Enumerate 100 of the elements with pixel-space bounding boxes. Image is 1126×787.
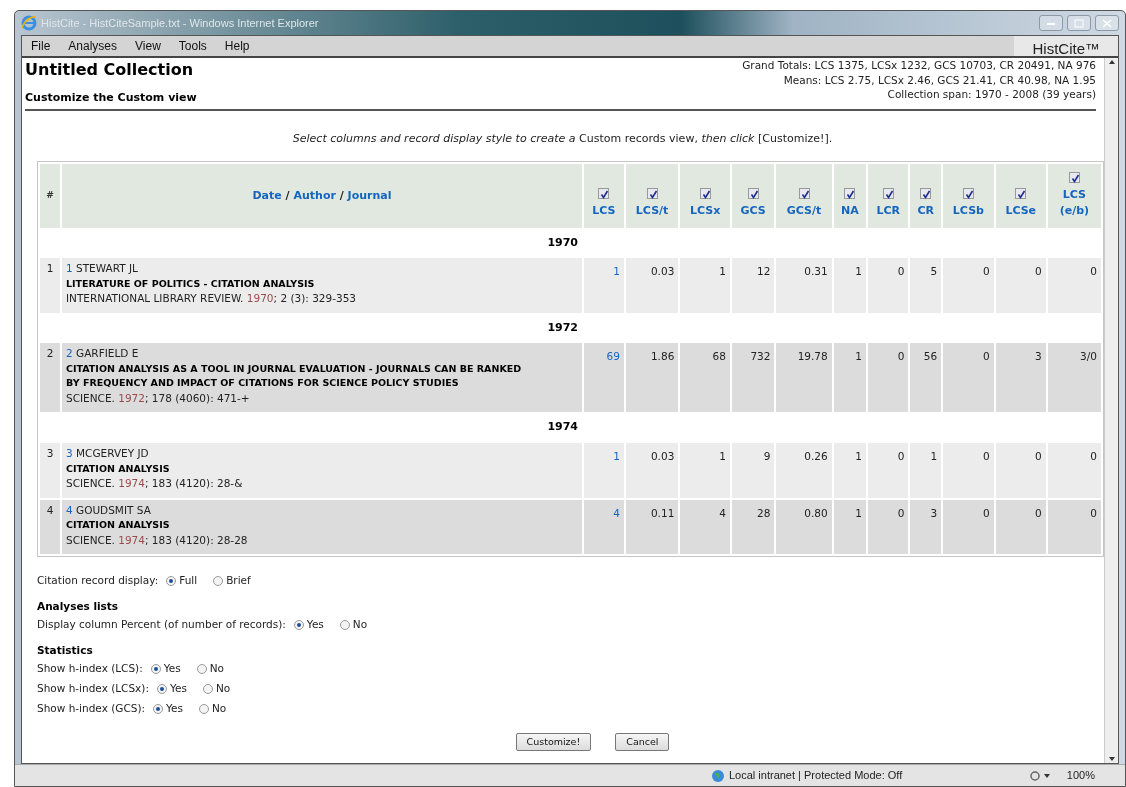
table-cell: 1 bbox=[930, 449, 938, 462]
table-cell: 0.80 bbox=[804, 506, 828, 519]
customize-button[interactable]: Customize! bbox=[515, 732, 592, 751]
globe-icon bbox=[711, 768, 725, 783]
option-label: Show h-index (LCS): bbox=[37, 660, 143, 676]
cell-link[interactable]: 1 bbox=[613, 265, 620, 277]
close-button[interactable] bbox=[1095, 15, 1119, 31]
article-title: CITATION ANALYSIS bbox=[66, 518, 171, 533]
table-cell: 0 bbox=[897, 506, 905, 519]
column-checkbox[interactable] bbox=[1068, 171, 1080, 183]
separator: / bbox=[285, 188, 290, 202]
column-checkbox[interactable] bbox=[646, 188, 658, 199]
table-cell: 1 bbox=[719, 265, 726, 277]
column-checkbox[interactable] bbox=[798, 188, 810, 199]
maximize-icon bbox=[1074, 18, 1084, 28]
cell-link[interactable]: 4 bbox=[613, 506, 620, 519]
table-cell: 0 bbox=[983, 265, 990, 277]
zoom-level[interactable]: 100% bbox=[1066, 767, 1095, 784]
radio-option[interactable]: Yes bbox=[153, 700, 183, 717]
browser-logo-icon bbox=[21, 15, 37, 31]
citation-source: INTERNATIONAL LIBRARY REVIEW. 1970; 2 (3): 329-353 bbox=[66, 291, 357, 306]
column-header-link[interactable]: LCS/t bbox=[635, 203, 669, 220]
table-cell: 0 bbox=[897, 265, 905, 277]
minimize-icon bbox=[1046, 20, 1056, 26]
record-link[interactable]: 3 bbox=[66, 446, 73, 459]
table-cell: 1 bbox=[855, 506, 863, 519]
radio-option[interactable]: Full bbox=[166, 573, 198, 590]
column-header-link[interactable]: GCS bbox=[740, 203, 766, 220]
table-cell: 3 bbox=[1035, 350, 1042, 363]
menu-item[interactable]: Help bbox=[215, 37, 259, 55]
year-heading: 1974 bbox=[547, 420, 578, 434]
table-cell: 0 bbox=[983, 506, 990, 519]
radio-option[interactable]: No bbox=[202, 680, 231, 697]
table-cell: 0 bbox=[897, 350, 905, 363]
column-header-link[interactable]: LCSb bbox=[952, 203, 984, 220]
column-header-link[interactable]: NA bbox=[841, 203, 859, 220]
cancel-button[interactable]: Cancel bbox=[615, 732, 670, 751]
column-checkbox[interactable] bbox=[699, 188, 711, 199]
radio-option[interactable]: Yes bbox=[293, 617, 324, 633]
column-header-link[interactable]: LCSe bbox=[1005, 203, 1037, 220]
column-checkbox[interactable] bbox=[1015, 188, 1027, 199]
column-header-link[interactable]: Journal bbox=[347, 188, 392, 202]
table-cell: 732 bbox=[750, 350, 771, 363]
table-cell: 0 bbox=[1035, 506, 1042, 519]
column-header-link[interactable]: GCS/t bbox=[786, 203, 822, 220]
column-checkbox[interactable] bbox=[747, 188, 759, 199]
citation-source: SCIENCE. 1972; 178 (4060): 471-+ bbox=[66, 390, 250, 406]
column-header-link[interactable]: Date bbox=[252, 188, 282, 202]
record-link[interactable]: 2 bbox=[66, 347, 73, 360]
security-icon[interactable] bbox=[1028, 769, 1051, 782]
column-checkbox[interactable] bbox=[598, 188, 610, 199]
column-header-link[interactable]: LCSx bbox=[689, 203, 721, 220]
menu-item[interactable]: Tools bbox=[169, 37, 216, 55]
app-brand: HistCite™ bbox=[1014, 36, 1118, 56]
article-title: CITATION ANALYSIS AS A TOOL IN JOURNAL EVALUATION - JOURNALS CAN BE RANKED BY FREQUENCY AND IMPACT OF CITATIONS FOR SCIENCE POLICY STUDIES bbox=[66, 362, 523, 391]
table-cell: 1 bbox=[719, 449, 726, 462]
table-cell: 12 bbox=[757, 265, 771, 277]
article-title: CITATION ANALYSIS bbox=[66, 461, 171, 476]
author-name: MCGERVEY JD bbox=[76, 446, 149, 459]
radio-option[interactable]: Brief bbox=[213, 573, 251, 590]
column-header-link[interactable]: LCR bbox=[876, 203, 900, 220]
table-cell: 68 bbox=[712, 350, 726, 363]
record-link[interactable]: 4 bbox=[66, 503, 73, 516]
record-link[interactable]: 1 bbox=[66, 262, 73, 274]
menu-item[interactable]: File bbox=[22, 37, 60, 55]
table-cell: 0.26 bbox=[804, 449, 828, 462]
row-number: 2 bbox=[40, 343, 60, 413]
radio-option[interactable]: No bbox=[196, 660, 224, 677]
column-header-link[interactable]: CR bbox=[917, 203, 934, 220]
radio-option[interactable]: Yes bbox=[156, 680, 187, 697]
scrollbar[interactable] bbox=[1104, 58, 1118, 763]
column-header-link[interactable]: Author bbox=[293, 188, 336, 202]
column-checkbox[interactable] bbox=[962, 188, 974, 199]
table-cell: 0.03 bbox=[650, 265, 675, 277]
column-checkbox[interactable] bbox=[882, 188, 894, 199]
column-checkbox[interactable] bbox=[920, 188, 932, 199]
menu-item[interactable]: Analyses bbox=[59, 37, 127, 55]
table-cell: 1 bbox=[855, 265, 863, 277]
option-label: Show h-index (LCSx): bbox=[37, 680, 149, 696]
column-checkbox[interactable] bbox=[844, 188, 856, 199]
menu-item[interactable]: View bbox=[126, 37, 170, 55]
table-cell: 9 bbox=[763, 449, 771, 462]
radio-option[interactable]: No bbox=[339, 617, 368, 633]
column-header-link[interactable]: LCS bbox=[592, 203, 616, 220]
radio-option[interactable]: No bbox=[199, 700, 227, 717]
statistics-line: Collection span: 1970 - 2008 (39 years) bbox=[886, 87, 1096, 103]
table-cell: 0 bbox=[1035, 265, 1042, 277]
citation-source: SCIENCE. 1974; 183 (4120): 28-& bbox=[66, 475, 243, 491]
minimize-button[interactable] bbox=[1039, 15, 1063, 31]
author-name: GOUDSMIT SA bbox=[76, 503, 151, 516]
table-cell: 19.78 bbox=[797, 350, 828, 363]
radio-option[interactable]: Yes bbox=[150, 660, 181, 677]
table-cell: 1.86 bbox=[650, 350, 675, 363]
table-cell: 3/0 bbox=[1080, 350, 1097, 363]
table-cell: 1 bbox=[855, 449, 863, 462]
statistics-line: Grand Totals: LCS 1375, LCSx 1232, GCS 10703, CR 20491, NA 976 bbox=[742, 58, 1096, 73]
cell-link[interactable]: 69 bbox=[606, 350, 620, 363]
row-number: 1 bbox=[40, 258, 60, 313]
option-label: Show h-index (GCS): bbox=[37, 700, 146, 716]
cell-link[interactable]: 1 bbox=[613, 449, 620, 462]
